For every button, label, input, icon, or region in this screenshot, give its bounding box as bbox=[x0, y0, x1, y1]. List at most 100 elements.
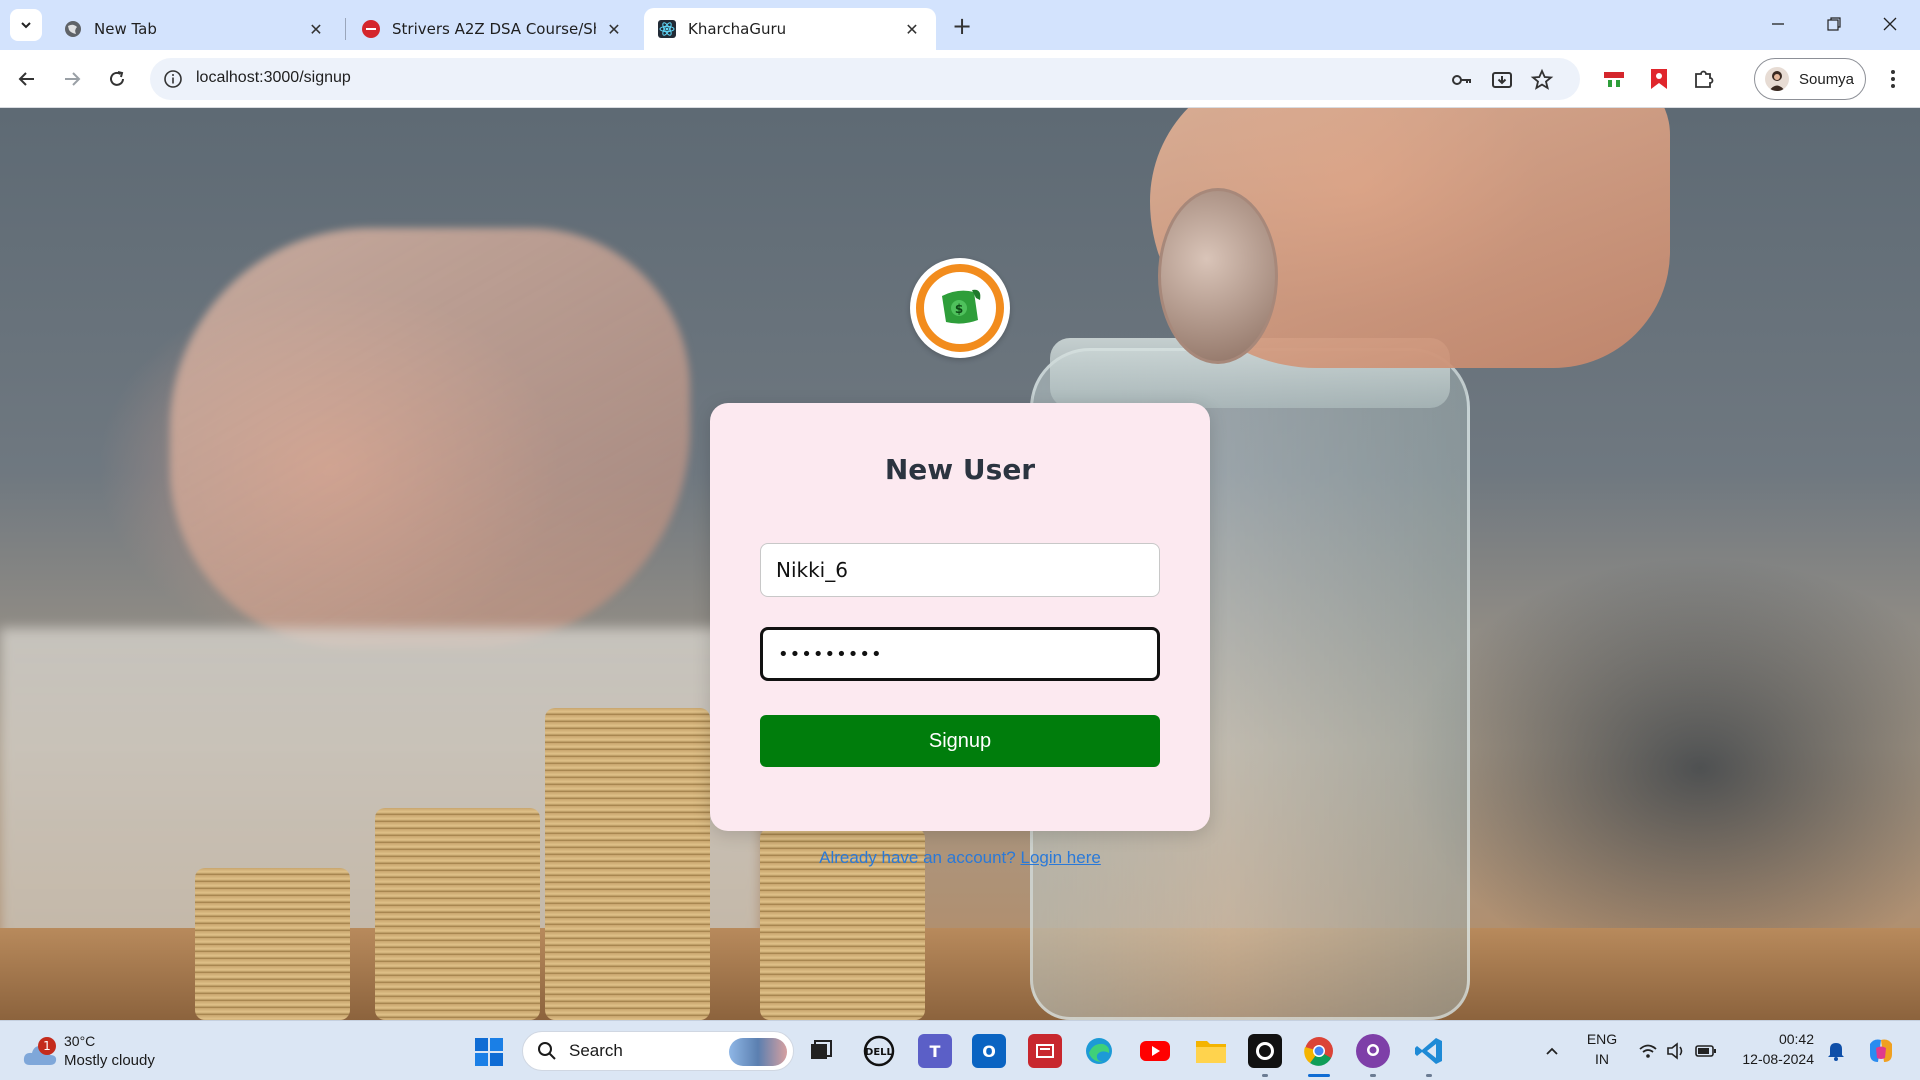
file-explorer-icon[interactable] bbox=[1194, 1034, 1228, 1068]
svg-text:O: O bbox=[982, 1042, 996, 1061]
close-window-button[interactable] bbox=[1862, 0, 1918, 48]
address-bar[interactable]: localhost:3000/signup bbox=[150, 58, 1580, 100]
react-icon bbox=[658, 20, 676, 38]
arrow-right-icon bbox=[65, 72, 81, 86]
wifi-icon[interactable] bbox=[1636, 1039, 1660, 1063]
weather-condition: Mostly cloudy bbox=[64, 1052, 155, 1069]
running-indicator bbox=[1426, 1074, 1432, 1077]
minimize-icon bbox=[1772, 23, 1784, 25]
tab-strivers[interactable]: Strivers A2Z DSA Course/Sheet ✕ bbox=[348, 8, 638, 50]
restore-icon bbox=[1827, 17, 1841, 31]
tab-strip: New Tab ✕ Strivers A2Z DSA Course/Sheet … bbox=[0, 0, 1920, 50]
language-indicator[interactable]: ENG IN bbox=[1582, 1029, 1622, 1069]
bookmark-star-icon[interactable] bbox=[1530, 68, 1554, 92]
tab-new-tab[interactable]: New Tab ✕ bbox=[50, 8, 340, 50]
notification-badge: 1 bbox=[38, 1037, 56, 1055]
taskbar-search[interactable]: Search bbox=[522, 1031, 794, 1071]
svg-text:$: $ bbox=[955, 302, 963, 316]
weather-widget[interactable]: 1 30°C Mostly cloudy bbox=[20, 1029, 180, 1073]
task-view-icon[interactable] bbox=[804, 1034, 838, 1068]
bookmark-extension-icon[interactable] bbox=[1645, 65, 1673, 93]
clock-date: 12-08-2024 bbox=[1742, 1051, 1814, 1067]
profile-name: Soumya bbox=[1799, 70, 1855, 88]
login-here-link[interactable]: Login here bbox=[1020, 848, 1100, 867]
arrow-left-icon bbox=[18, 72, 34, 86]
url-text: localhost:3000/signup bbox=[196, 69, 351, 86]
chevron-down-icon bbox=[21, 22, 31, 29]
news-icon[interactable] bbox=[1028, 1034, 1062, 1068]
close-icon bbox=[1883, 17, 1897, 31]
password-input[interactable]: ••••••••• bbox=[760, 627, 1160, 681]
tuf-icon bbox=[362, 20, 380, 38]
globe-icon bbox=[64, 20, 82, 38]
active-indicator bbox=[1308, 1074, 1330, 1077]
back-button[interactable] bbox=[10, 62, 44, 96]
login-prompt-text: Already have an account? bbox=[819, 848, 1016, 867]
tab-separator bbox=[345, 18, 346, 40]
running-indicator bbox=[1262, 1074, 1268, 1077]
bell-icon[interactable] bbox=[1824, 1039, 1848, 1063]
dell-icon[interactable]: DELL bbox=[862, 1034, 896, 1068]
tab-title: Strivers A2Z DSA Course/Sheet bbox=[392, 20, 596, 38]
app-logo: $ bbox=[910, 258, 1010, 358]
install-app-icon[interactable] bbox=[1490, 68, 1514, 92]
close-tab-icon[interactable]: ✕ bbox=[604, 19, 624, 39]
close-tab-icon[interactable]: ✕ bbox=[902, 19, 922, 39]
outlook-icon[interactable]: O bbox=[972, 1034, 1006, 1068]
chevron-up-icon[interactable] bbox=[1540, 1039, 1564, 1063]
coin-stack bbox=[375, 808, 540, 1020]
browser-toolbar: localhost:3000/signup Soumya bbox=[0, 50, 1920, 108]
search-icon bbox=[538, 1042, 556, 1060]
vscode-icon[interactable] bbox=[1412, 1034, 1446, 1068]
background-hand-writing bbox=[170, 228, 690, 648]
windows-taskbar: 1 30°C Mostly cloudy Search DELL T O ENG… bbox=[0, 1020, 1920, 1080]
running-indicator bbox=[1370, 1074, 1376, 1077]
browser-menu-button[interactable] bbox=[1878, 64, 1908, 94]
tab-title: New Tab bbox=[94, 20, 157, 38]
coin-stack bbox=[195, 868, 350, 1020]
signup-card: New User Nikki_6 ••••••••• Signup bbox=[710, 403, 1210, 831]
search-label: Search bbox=[569, 1041, 623, 1060]
search-highlight-image bbox=[729, 1038, 787, 1066]
windows-logo-icon bbox=[475, 1038, 503, 1066]
chrome-icon[interactable] bbox=[1302, 1034, 1336, 1068]
reload-icon bbox=[110, 71, 124, 86]
login-prompt: Already have an account? Login here bbox=[0, 848, 1920, 868]
profile-button[interactable]: Soumya bbox=[1754, 58, 1866, 100]
extensions-puzzle-icon[interactable] bbox=[1690, 65, 1718, 93]
tuf-extension-icon[interactable] bbox=[1600, 65, 1628, 93]
background-coin bbox=[1158, 188, 1278, 364]
forward-button[interactable] bbox=[55, 62, 89, 96]
tab-kharchaguru[interactable]: KharchaGuru ✕ bbox=[644, 8, 936, 50]
signup-button[interactable]: Signup bbox=[760, 715, 1160, 767]
start-button[interactable] bbox=[474, 1037, 504, 1067]
svg-text:T: T bbox=[930, 1042, 941, 1061]
language-bottom: IN bbox=[1595, 1051, 1609, 1067]
avatar bbox=[1765, 67, 1789, 91]
youtube-icon[interactable] bbox=[1138, 1034, 1172, 1068]
money-bill-logo-icon: $ bbox=[916, 264, 1004, 352]
edge-icon[interactable] bbox=[1082, 1034, 1116, 1068]
password-key-icon[interactable] bbox=[1450, 68, 1474, 92]
tab-search-button[interactable] bbox=[10, 9, 42, 41]
site-info-icon[interactable] bbox=[162, 68, 184, 90]
volume-icon[interactable] bbox=[1664, 1039, 1688, 1063]
github-icon[interactable] bbox=[1248, 1034, 1282, 1068]
language-top: ENG bbox=[1586, 1031, 1618, 1047]
clock[interactable]: 00:42 12-08-2024 bbox=[1728, 1029, 1814, 1069]
teams-icon[interactable]: T bbox=[918, 1034, 952, 1068]
weather-temp: 30°C bbox=[64, 1033, 96, 1049]
clock-time: 00:42 bbox=[1778, 1031, 1814, 1047]
username-input[interactable]: Nikki_6 bbox=[760, 543, 1160, 597]
minimize-button[interactable] bbox=[1750, 0, 1806, 48]
copilot-icon[interactable] bbox=[1866, 1036, 1896, 1066]
tab-title: KharchaGuru bbox=[688, 20, 787, 38]
github-desktop-icon[interactable] bbox=[1356, 1034, 1390, 1068]
restore-button[interactable] bbox=[1806, 0, 1862, 48]
new-tab-button[interactable]: + bbox=[948, 12, 976, 40]
close-tab-icon[interactable]: ✕ bbox=[306, 19, 326, 39]
svg-text:DELL: DELL bbox=[865, 1047, 894, 1058]
signup-page: $ New User Nikki_6 ••••••••• Signup Alre… bbox=[0, 108, 1920, 1020]
battery-icon[interactable] bbox=[1694, 1039, 1718, 1063]
reload-button[interactable] bbox=[100, 62, 134, 96]
